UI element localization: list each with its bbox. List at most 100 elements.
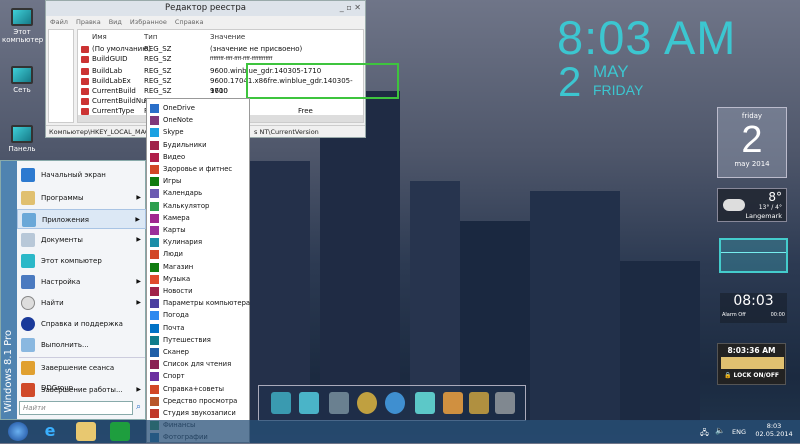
app-item[interactable]: Средство просмотра [147,395,249,407]
app-item[interactable]: Студия звукозаписи [147,407,249,419]
highlight-box [246,63,399,99]
app-icon [150,311,159,321]
app-item[interactable]: Видео [147,151,249,163]
key-icon [21,361,35,375]
dock-icon-folder[interactable] [443,392,463,414]
string-value-icon [81,46,89,53]
app-item[interactable]: Путешествия [147,334,249,346]
app-item[interactable]: OneDrive [147,102,249,114]
weather-widget[interactable]: 8° 13° / 4° Langemark [717,188,787,222]
start-item-apps[interactable]: Приложения ▶ [17,209,146,229]
start-item-settings[interactable]: Настройка ▶ [17,272,146,292]
key-tree[interactable] [48,29,74,123]
dock-icon-browser[interactable] [385,392,405,414]
table-row[interactable]: (По умолчанию) REG_SZ (значение не присвое… [78,44,363,54]
col-type[interactable]: Тип [144,32,157,42]
app-item[interactable]: Карты [147,224,249,236]
app-item[interactable]: Игры [147,175,249,187]
start-item-help[interactable]: Справка и поддержка [17,314,146,334]
app-item[interactable]: Список для чтения [147,358,249,370]
desktop-clock-month: MAY [593,62,629,81]
start-item-run[interactable]: Выполнить... [17,335,146,355]
menu-view[interactable]: Вид [109,16,122,28]
app-item[interactable]: Skype [147,126,249,138]
col-value[interactable]: Значение [210,32,245,42]
app-item[interactable]: Магазин [147,261,249,273]
tray-clock[interactable]: 8:03 02.05.2014 [752,422,796,438]
app-item[interactable]: Будильники [147,139,249,151]
app-item[interactable]: Музыка [147,273,249,285]
dock-icon-text[interactable] [415,392,435,414]
app-icon [150,201,159,211]
col-name[interactable]: Имя [92,32,107,42]
app-icon [150,140,159,150]
chevron-right-icon: ▶ [136,278,141,285]
app-icon [150,116,159,126]
clock-buttons[interactable] [721,357,784,369]
desktop-icon-control-panel[interactable]: Панель [2,125,42,153]
app-label: OneNote [163,116,193,125]
dock-icon-laptop[interactable] [271,392,291,414]
dock-icon-computers[interactable] [299,392,319,414]
app-label: Калькулятор [163,201,210,210]
menu-favorites[interactable]: Избранное [130,16,167,28]
desktop-icon-this-pc[interactable]: Этот компьютер [2,8,43,44]
file-explorer-icon[interactable] [76,422,96,441]
app-icon [150,104,159,113]
calendar-widget[interactable]: friday 2 may 2014 [717,107,787,178]
start-item-documents[interactable]: Документы ▶ [17,230,146,250]
start-item-shutdown[interactable]: Завершение работы... ▶ [17,380,146,400]
app-label: Путешествия [163,335,211,344]
app-item[interactable]: Люди [147,248,249,260]
window-controls[interactable]: _ ▫ ✕ [340,3,361,12]
start-item-start-screen[interactable]: Начальный экран [17,165,146,185]
start-item-programs[interactable]: Программы ▶ [17,188,146,208]
lock-toggle[interactable]: 🔒 LOCK ON/OFF [718,372,785,379]
app-item[interactable]: Здоровье и фитнес [147,163,249,175]
desktop-icon-network[interactable]: Сеть [2,66,42,94]
dock-icon-control[interactable] [329,392,349,414]
app-item[interactable]: Кулинария [147,236,249,248]
store-icon[interactable] [110,422,130,441]
dock-icon-settings[interactable] [495,392,515,414]
language-indicator[interactable]: ENG [732,428,746,436]
app-item[interactable]: Параметры компьютера [147,297,250,309]
run-icon [21,338,35,352]
internet-explorer-icon[interactable]: e [40,422,60,441]
menu-help[interactable]: Справка [175,16,204,28]
menu-edit[interactable]: Правка [76,16,101,28]
start-item-logoff[interactable]: Завершение сеанса DDGroup... [17,358,146,392]
menu-bar: Файл Правка Вид Избранное Справка [46,16,365,28]
app-item[interactable]: Камера [147,212,249,224]
chevron-right-icon: ▶ [135,216,140,223]
app-label: Спорт [163,372,185,381]
network-tray-icon[interactable]: 🖧 [700,427,709,441]
volume-icon[interactable]: 🔈 [715,426,725,435]
search-icon[interactable]: ⌕ [136,402,141,412]
dock [258,385,526,421]
app-item[interactable]: OneNote [147,114,249,126]
app-item[interactable]: Калькулятор [147,200,249,212]
digital-clock-widget[interactable]: 8:03:36 AM 🔒 LOCK ON/OFF [717,343,786,385]
power-icon [21,383,35,397]
dock-icon-media[interactable] [357,392,377,414]
app-item[interactable]: Сканер [147,346,249,358]
network-icon [11,66,33,84]
dock-icon-app[interactable] [469,392,489,414]
window-title: Редактор реестра [46,1,365,16]
app-item[interactable]: Календарь [147,187,249,199]
app-item[interactable]: Новости [147,285,249,297]
app-item[interactable]: Почта [147,322,249,334]
app-item[interactable]: Справка+советы [147,383,249,395]
start-item-this-pc[interactable]: Этот компьютер [17,251,146,271]
app-icon [150,323,159,333]
start-search-input[interactable]: Найти [19,401,133,415]
menu-file[interactable]: Файл [50,16,68,28]
app-item[interactable]: Погода [147,309,249,321]
app-item[interactable]: Спорт [147,370,249,382]
app-icon [150,372,159,382]
start-item-search[interactable]: Найти ▶ [17,293,146,313]
start-button[interactable] [8,422,28,441]
alarm-clock-widget[interactable]: 08:03 Alarm Off 00:00 [720,293,787,323]
app-label: Справка+советы [163,384,225,393]
